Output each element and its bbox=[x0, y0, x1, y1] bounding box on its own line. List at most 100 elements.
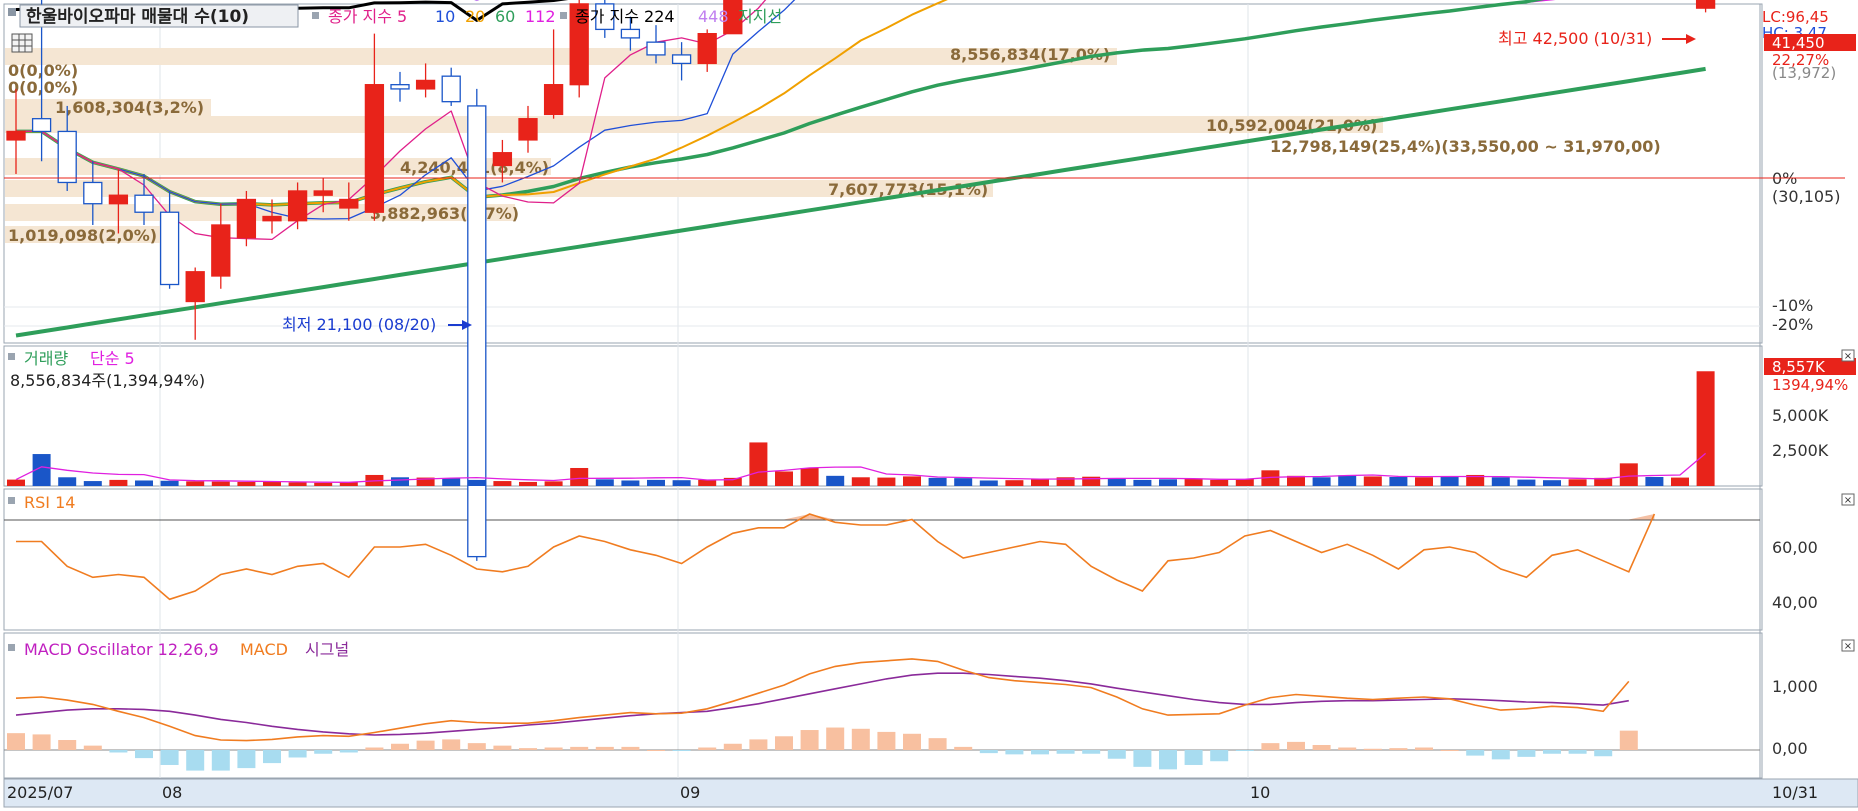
volume-bar bbox=[903, 476, 921, 486]
volume-bar bbox=[1363, 476, 1382, 486]
signal-label: 시그널 bbox=[305, 640, 349, 659]
volume-bar bbox=[954, 478, 973, 486]
volume-bar bbox=[1440, 476, 1459, 486]
macd-oscillator-bar bbox=[1312, 745, 1331, 750]
candle-body bbox=[671, 54, 692, 65]
macd-oscillator-bar bbox=[211, 750, 230, 771]
price-badge-text: 41,450 bbox=[1772, 34, 1825, 52]
macd-oscillator-bar bbox=[160, 750, 179, 765]
right-axis-price: LC:96,45 HC: 3,47 41,450 22,27% (13,972)… bbox=[1762, 8, 1856, 334]
high-annotation: 최고 42,500 (10/31) bbox=[1498, 29, 1652, 48]
volume-bar bbox=[698, 479, 717, 486]
volume-bar bbox=[186, 481, 205, 486]
candle-body bbox=[31, 118, 52, 133]
close-panel-icon[interactable]: × bbox=[1841, 349, 1855, 362]
macd-oscillator-bar bbox=[263, 750, 281, 764]
ma448-label: 448 bbox=[698, 7, 729, 26]
macd-oscillator-bar bbox=[1082, 750, 1101, 754]
volume-bar bbox=[621, 480, 640, 486]
legend-bullet bbox=[8, 8, 16, 16]
macd-oscillator-bar bbox=[1159, 750, 1177, 770]
macd-oscillator-bar bbox=[1338, 747, 1357, 750]
macd-oscillator-bar bbox=[1568, 750, 1587, 754]
candle-body bbox=[441, 75, 461, 103]
macd-oscillator-bar bbox=[1389, 748, 1408, 750]
macd-oscillator-bar bbox=[339, 750, 358, 753]
candle-body bbox=[467, 105, 487, 558]
volume-bar bbox=[314, 482, 333, 486]
rsi-40-label: 40,00 bbox=[1772, 593, 1818, 612]
macd-oscillator-bar bbox=[1594, 750, 1613, 757]
volume-profile-label: 8,556,834(17,0%) bbox=[950, 45, 1110, 64]
rsi-panel[interactable] bbox=[3, 488, 1763, 631]
volume-profile-label: 1,019,098(2,0%) bbox=[8, 226, 157, 245]
volume-ma-label: 단순 5 bbox=[90, 349, 135, 368]
x-axis-strip bbox=[3, 778, 1858, 808]
macd-oscillator-bar bbox=[672, 750, 691, 751]
macd-oscillator-bar bbox=[826, 727, 845, 750]
macd-oscillator-bar bbox=[1517, 750, 1536, 757]
candle-body bbox=[134, 194, 154, 213]
macd-oscillator-bar bbox=[1005, 750, 1024, 755]
volume-profile-label: 1,608,304(3,2%) bbox=[55, 98, 204, 117]
x-label-08: 08 bbox=[162, 783, 182, 802]
macd-oscillator-bar bbox=[1031, 750, 1049, 755]
candle-body bbox=[339, 198, 359, 209]
macd-oscillator-bar bbox=[851, 728, 870, 750]
minus20-label: -20% bbox=[1772, 315, 1813, 334]
macd-oscillator-bar bbox=[800, 730, 819, 750]
macd-oscillator-bar bbox=[1287, 741, 1305, 750]
candle-body bbox=[364, 84, 385, 213]
candle-body bbox=[108, 194, 129, 205]
close-panel-icon[interactable]: × bbox=[1841, 639, 1855, 652]
close-panel-icon[interactable]: × bbox=[1841, 493, 1855, 506]
volume-bar bbox=[595, 479, 614, 486]
rsi-title: RSI 14 bbox=[24, 493, 75, 512]
x-label-2025-07: 2025/07 bbox=[7, 783, 73, 802]
macd-oscillator-bar bbox=[749, 739, 768, 750]
candle-body bbox=[1695, 0, 1716, 9]
legend-bullet bbox=[8, 644, 15, 651]
macd-oscillator-bar bbox=[416, 740, 435, 750]
volume-bar bbox=[237, 481, 256, 486]
volume-bar bbox=[570, 467, 589, 486]
macd-oscillator-bar bbox=[570, 746, 589, 750]
macd-oscillator-bar bbox=[1543, 750, 1561, 754]
macd-oscillator-bar bbox=[621, 746, 640, 750]
candle-body bbox=[211, 224, 231, 277]
macd-oscillator-bar bbox=[1363, 748, 1382, 750]
macd-oscillator-bar bbox=[493, 745, 512, 750]
volume-profile-label: 3,882,963(7,7%) bbox=[370, 204, 519, 223]
macd-title: MACD Oscillator 12,26,9 bbox=[24, 640, 219, 659]
candle-body bbox=[543, 84, 564, 116]
volume-bar bbox=[58, 477, 77, 486]
legend-bullet bbox=[312, 12, 319, 19]
volume-bar bbox=[1568, 479, 1587, 486]
macd-oscillator-bar bbox=[954, 746, 973, 750]
volume-panel[interactable] bbox=[3, 345, 1763, 487]
volume-2500-label: 2,500K bbox=[1772, 441, 1829, 460]
macd-oscillator-bar bbox=[1133, 750, 1152, 767]
volume-title: 거래량 bbox=[24, 349, 68, 368]
volume-bar bbox=[1107, 479, 1126, 486]
ma10-label: 10 bbox=[435, 7, 455, 26]
macd-oscillator-bar bbox=[1184, 750, 1203, 765]
candle-body bbox=[57, 130, 77, 184]
volume-bar bbox=[1005, 480, 1024, 486]
volume-5000-label: 5,000K bbox=[1772, 406, 1829, 425]
candle-body bbox=[185, 271, 205, 303]
volume-bar bbox=[519, 481, 537, 486]
macd-oscillator-bar bbox=[135, 750, 153, 759]
macd-oscillator-bar bbox=[442, 739, 461, 750]
macd-oscillator-bar bbox=[58, 740, 77, 750]
volume-bar bbox=[467, 479, 486, 486]
stock-chart[interactable]: 8,556,834(17,0%)0(0,0%)0(0,0%)1,608,304(… bbox=[0, 0, 1858, 811]
candle-body bbox=[646, 41, 666, 56]
candle-body bbox=[518, 118, 538, 141]
macd-label: MACD bbox=[240, 640, 288, 659]
table-icon[interactable] bbox=[11, 33, 33, 53]
macd-oscillator-bar bbox=[1619, 730, 1638, 750]
legend-bullet bbox=[8, 353, 15, 360]
support-label: 지지선 bbox=[738, 7, 782, 26]
volume-bar bbox=[1159, 479, 1177, 486]
